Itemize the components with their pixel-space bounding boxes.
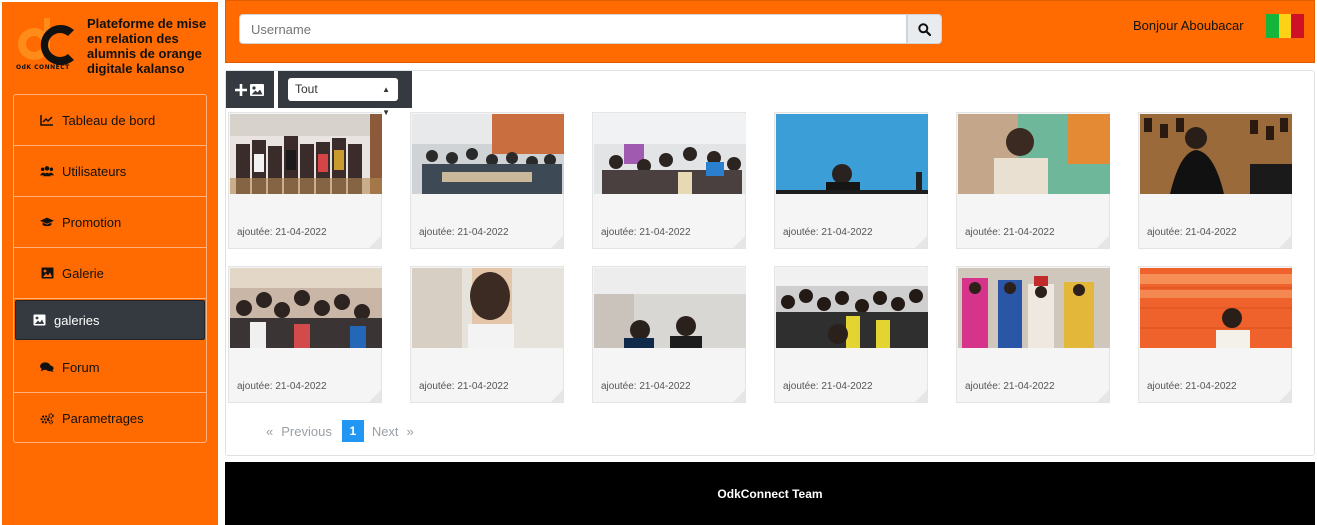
filter-select[interactable]: Tout ▲ ▼ [288, 78, 398, 117]
cogs-icon [40, 412, 54, 426]
pagination-last[interactable]: » [407, 424, 414, 439]
footer: OdkConnect Team [225, 462, 1315, 525]
card-fold [1097, 236, 1109, 248]
sidebar-item-galeries[interactable]: galeries [15, 300, 205, 340]
card-fold [369, 236, 381, 248]
sidebar-item-label: Utilisateurs [62, 163, 127, 179]
sidebar-item-galerie[interactable]: Galerie [14, 248, 206, 299]
card-fold [733, 390, 745, 402]
gallery-photo[interactable] [776, 268, 928, 348]
comments-icon [40, 360, 54, 374]
photo-date: ajoutée: 21-04-2022 [601, 381, 691, 392]
flag-stripe-red [1291, 14, 1305, 38]
brand: OdK CONNECT Plateforme de mise en relati… [12, 12, 212, 82]
image-icon [40, 266, 54, 280]
photo-date: ajoutée: 21-04-2022 [237, 381, 327, 392]
sidebar-item-promotion[interactable]: Promotion [14, 197, 206, 248]
gallery-card[interactable]: ajoutée: 21-04-2022 [228, 112, 382, 249]
card-fold [1097, 390, 1109, 402]
card-fold [1279, 236, 1291, 248]
flag-stripe-yellow [1278, 14, 1292, 38]
gallery-photo[interactable] [230, 114, 382, 194]
flag-stripe-green [1266, 14, 1279, 38]
gallery-card[interactable]: ajoutée: 21-04-2022 [774, 112, 928, 249]
brand-title: Plateforme de mise en relation des alumn… [87, 16, 207, 76]
search-input[interactable] [239, 14, 907, 44]
chart-line-icon [40, 113, 54, 127]
filter-toolbar: Tout ▲ ▼ [278, 71, 412, 117]
sidebar-item-utilisateurs[interactable]: Utilisateurs [14, 146, 206, 197]
gallery-photo[interactable] [958, 114, 1110, 194]
footer-text: OdkConnect Team [717, 486, 823, 501]
sidebar-item-label: Promotion [62, 214, 122, 230]
pagination-previous[interactable]: Previous [281, 424, 332, 439]
card-fold [915, 236, 927, 248]
photo-date: ajoutée: 21-04-2022 [1147, 381, 1237, 392]
sidebar: OdK CONNECT Plateforme de mise en relati… [2, 2, 218, 525]
search-button[interactable] [907, 14, 942, 44]
filter-select-value: Tout [295, 82, 318, 96]
gallery-card[interactable]: ajoutée: 21-04-2022 [410, 112, 564, 249]
add-image-button[interactable] [226, 71, 274, 108]
gallery-photo[interactable] [230, 268, 382, 348]
sidebar-item-forum[interactable]: Forum [14, 342, 206, 393]
photo-date: ajoutée: 21-04-2022 [1147, 227, 1237, 238]
gallery-photo[interactable] [1140, 114, 1292, 194]
gallery-card[interactable]: ajoutée: 21-04-2022 [410, 266, 564, 403]
gallery-card[interactable]: ajoutée: 21-04-2022 [592, 266, 746, 403]
sidebar-item-label: galeries [54, 312, 100, 328]
gallery-card[interactable]: ajoutée: 21-04-2022 [228, 266, 382, 403]
gallery-photo[interactable] [412, 268, 564, 348]
gallery-photo[interactable] [412, 114, 564, 194]
card-fold [551, 236, 563, 248]
select-caret-icon: ▲ ▼ [382, 85, 390, 117]
gallery-card[interactable]: ajoutée: 21-04-2022 [956, 112, 1110, 249]
gallery-card[interactable]: ajoutée: 21-04-2022 [592, 112, 746, 249]
photo-date: ajoutée: 21-04-2022 [601, 227, 691, 238]
logo-text: OdK CONNECT [16, 64, 70, 71]
gallery-photo[interactable] [1140, 268, 1292, 348]
greeting-text: Bonjour Aboubacar [1133, 18, 1244, 33]
gallery-card[interactable]: ajoutée: 21-04-2022 [774, 266, 928, 403]
graduation-cap-icon [40, 215, 54, 229]
card-fold [551, 390, 563, 402]
card-fold [1279, 390, 1291, 402]
image-icon [32, 313, 46, 327]
card-fold [733, 236, 745, 248]
users-icon [40, 164, 54, 178]
photo-date: ajoutée: 21-04-2022 [783, 227, 873, 238]
sidebar-item-tableau-de-bord[interactable]: Tableau de bord [14, 95, 206, 146]
sidebar-item-label: Forum [62, 359, 100, 375]
photo-date: ajoutée: 21-04-2022 [965, 227, 1055, 238]
gallery-panel: Tout ▲ ▼ ajoutée: 21-04-2022 ajoutée: 21-… [225, 70, 1315, 456]
search-icon [918, 22, 931, 36]
add-image-icon [235, 83, 264, 96]
photo-date: ajoutée: 21-04-2022 [237, 227, 327, 238]
sidebar-item-label: Parametrages [62, 411, 144, 426]
card-fold [915, 390, 927, 402]
gallery-photo[interactable] [776, 114, 928, 194]
pagination-first[interactable]: « [266, 424, 273, 439]
top-bar: Bonjour Aboubacar [225, 0, 1315, 63]
sidebar-item-parametrages[interactable]: Parametrages [14, 393, 206, 444]
photo-date: ajoutée: 21-04-2022 [419, 227, 509, 238]
gallery-photo[interactable] [958, 268, 1110, 348]
sidebar-item-label: Galerie [62, 265, 104, 281]
gallery-photo[interactable] [594, 268, 746, 348]
gallery-photo[interactable] [594, 114, 746, 194]
pagination: « Previous 1 Next » [266, 420, 422, 442]
sidebar-item-label: Tableau de bord [62, 112, 156, 128]
mali-flag-avatar[interactable] [1266, 14, 1305, 38]
gallery-card[interactable]: ajoutée: 21-04-2022 [956, 266, 1110, 403]
gallery-card[interactable]: ajoutée: 21-04-2022 [1138, 266, 1292, 403]
pagination-current-page[interactable]: 1 [341, 420, 364, 442]
gallery-card[interactable]: ajoutée: 21-04-2022 [1138, 112, 1292, 249]
card-fold [369, 390, 381, 402]
photo-date: ajoutée: 21-04-2022 [965, 381, 1055, 392]
photo-date: ajoutée: 21-04-2022 [783, 381, 873, 392]
photo-date: ajoutée: 21-04-2022 [419, 381, 509, 392]
sidebar-menu: Tableau de bord Utilisateurs Promotion G… [13, 94, 207, 443]
pagination-next[interactable]: Next [372, 424, 399, 439]
